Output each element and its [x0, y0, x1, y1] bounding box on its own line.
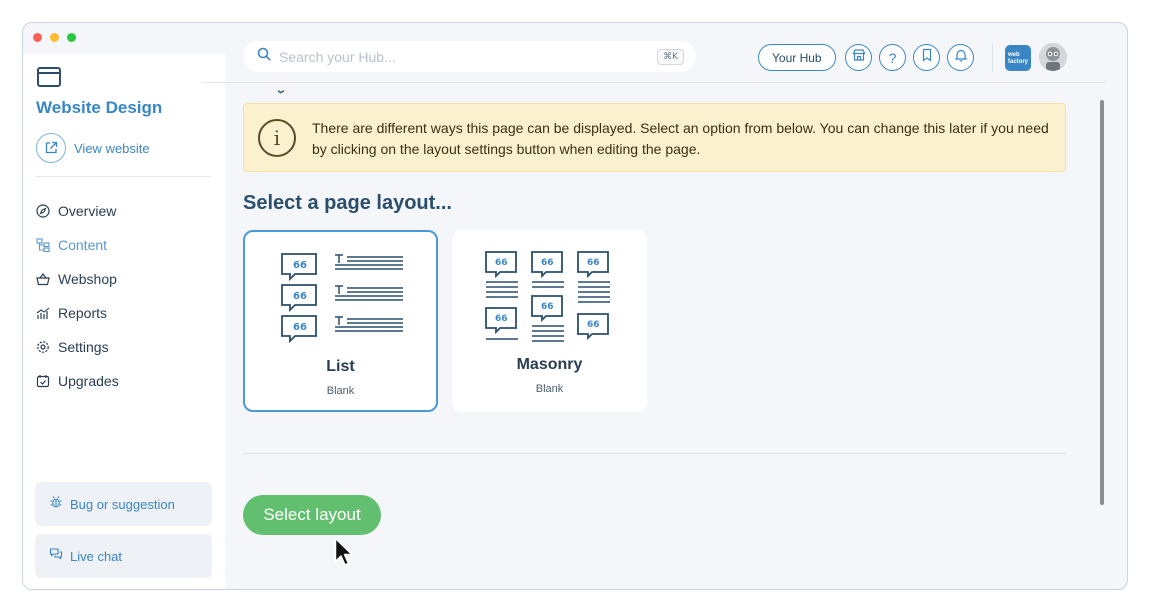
- masonry-layout-icon: 66 66 66 66 66 66: [485, 251, 610, 342]
- list-layout-icon: 66 66 66: [281, 253, 403, 344]
- site-title: Website Design: [36, 98, 163, 117]
- layout-card-title: List: [326, 358, 355, 375]
- sidebar-item-label: Overview: [58, 203, 117, 219]
- svg-text:66: 66: [587, 258, 600, 268]
- info-notice: i There are different ways this page can…: [243, 103, 1066, 172]
- sidebar-item-label: Content: [58, 237, 108, 253]
- bug-icon: [49, 495, 63, 514]
- view-website-link[interactable]: View website: [36, 133, 150, 163]
- website-icon: [37, 67, 61, 87]
- search-bar[interactable]: ⌘K: [243, 41, 696, 72]
- sidebar: Website Design View website Overview Con…: [23, 54, 225, 589]
- sidebar-item-content[interactable]: Content: [36, 228, 119, 262]
- question-icon: ?: [888, 49, 897, 66]
- sidebar-item-upgrades[interactable]: Upgrades: [36, 364, 119, 398]
- sidebar-nav: Overview Content Webshop Reports Setting…: [36, 194, 119, 398]
- sitemap-icon: [36, 238, 50, 252]
- notifications-button[interactable]: [947, 44, 974, 71]
- svg-text:66: 66: [541, 302, 554, 312]
- info-icon: i: [258, 119, 296, 157]
- shortcut-badge: ⌘K: [657, 48, 684, 65]
- page-title: Select a page layout...: [243, 192, 452, 214]
- sidebar-item-label: Reports: [58, 305, 108, 321]
- view-website-label: View website: [74, 140, 150, 156]
- maximize-window-button[interactable]: [67, 33, 76, 42]
- search-input[interactable]: [279, 48, 650, 65]
- compass-icon: [36, 204, 50, 218]
- info-text: There are different ways this page can b…: [312, 120, 1049, 157]
- avatar[interactable]: [1039, 43, 1067, 71]
- svg-text:66: 66: [587, 320, 600, 330]
- your-hub-button[interactable]: Your Hub: [758, 44, 836, 71]
- bug-suggestion-label: Bug or suggestion: [70, 496, 175, 512]
- svg-text:66: 66: [293, 291, 307, 302]
- sidebar-item-label: Webshop: [58, 271, 117, 287]
- layout-card-title: Masonry: [516, 356, 583, 373]
- layout-card-masonry[interactable]: 66 66 66 66 66 66 Masonry Blank: [452, 230, 647, 412]
- live-chat-button[interactable]: Live chat: [35, 534, 212, 578]
- logo-text-web: web: [1008, 52, 1020, 58]
- layout-card-list[interactable]: 66 66 66 List Blank: [243, 230, 438, 412]
- svg-text:66: 66: [541, 258, 554, 268]
- section-divider: [243, 453, 1066, 454]
- main-scrollbar[interactable]: [1100, 100, 1104, 505]
- chat-icon: [49, 547, 63, 566]
- header-underline: [202, 82, 1106, 83]
- mouse-pointer-icon: [334, 537, 353, 566]
- svg-text:66: 66: [293, 322, 307, 333]
- basket-icon: [36, 272, 50, 286]
- minimize-window-button[interactable]: [50, 33, 59, 42]
- layout-card-subtitle: Blank: [326, 385, 355, 397]
- store-button[interactable]: [845, 44, 872, 71]
- sidebar-item-overview[interactable]: Overview: [36, 194, 119, 228]
- external-link-icon: [36, 133, 66, 163]
- sidebar-item-webshop[interactable]: Webshop: [36, 262, 119, 296]
- bookmarks-button[interactable]: [913, 44, 940, 71]
- cropped-heading-fragment: [277, 90, 285, 94]
- bell-icon: [954, 48, 968, 67]
- search-icon: [257, 47, 271, 66]
- gear-icon: [36, 340, 50, 354]
- close-window-button[interactable]: [33, 33, 42, 42]
- sidebar-item-reports[interactable]: Reports: [36, 296, 119, 330]
- sidebar-item-label: Settings: [58, 339, 109, 355]
- sidebar-item-settings[interactable]: Settings: [36, 330, 119, 364]
- robot-avatar-icon: [1039, 43, 1067, 71]
- bug-suggestion-button[interactable]: Bug or suggestion: [35, 482, 212, 526]
- svg-text:66: 66: [495, 314, 508, 324]
- store-icon: [852, 48, 866, 67]
- bookmark-icon: [921, 48, 933, 67]
- sidebar-divider: [36, 176, 211, 177]
- header-divider: [992, 44, 993, 72]
- logo-text-factory: factory: [1008, 59, 1029, 65]
- help-button[interactable]: ?: [879, 44, 906, 71]
- svg-text:66: 66: [495, 258, 508, 268]
- svg-text:66: 66: [293, 260, 307, 271]
- select-layout-button[interactable]: Select layout: [243, 495, 381, 535]
- calendar-check-icon: [36, 374, 50, 388]
- sidebar-item-label: Upgrades: [58, 373, 119, 389]
- chart-icon: [36, 306, 50, 320]
- webfactory-logo[interactable]: web factory: [1005, 45, 1031, 71]
- layout-card-subtitle: Blank: [535, 383, 564, 395]
- live-chat-label: Live chat: [70, 548, 123, 564]
- window-controls: [33, 33, 76, 42]
